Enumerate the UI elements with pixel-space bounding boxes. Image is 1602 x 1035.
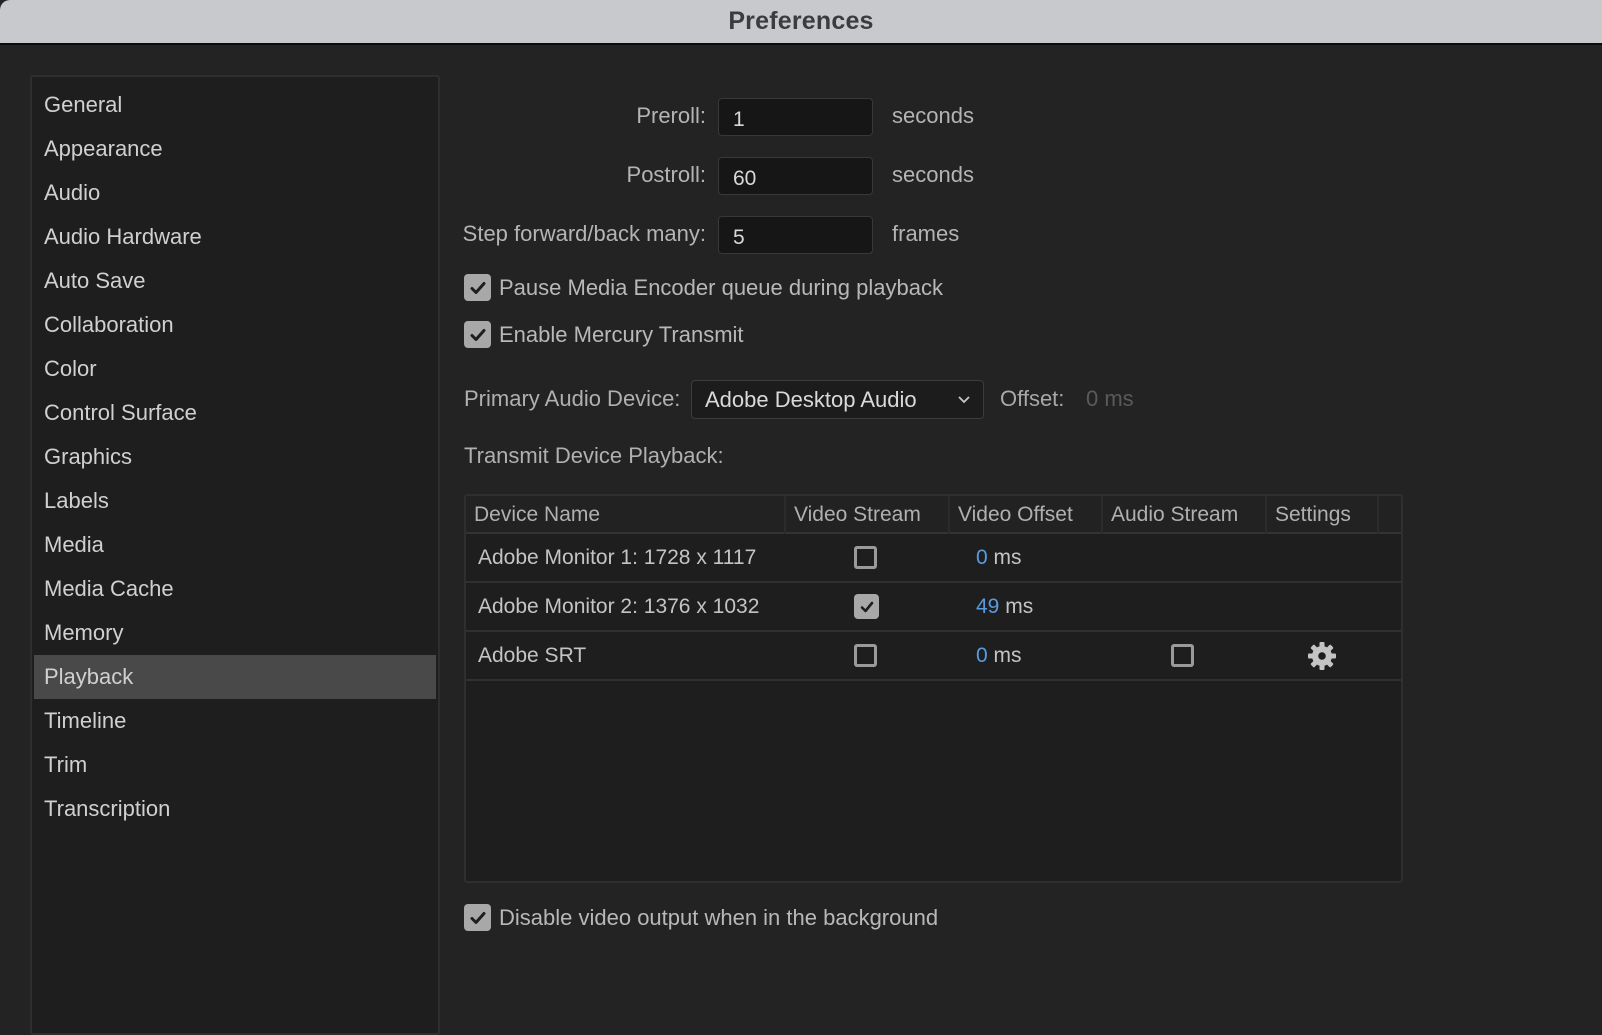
table-row[interactable]: Adobe Monitor 2: 1376 x 1032 49 ms [466,583,1401,632]
pause-encoder-option[interactable]: Pause Media Encoder queue during playbac… [464,274,943,301]
primary-audio-dropdown[interactable]: Adobe Desktop Audio [691,380,984,419]
transmit-device-table: Device Name Video Stream Video Offset Au… [464,494,1403,883]
checkmark-icon [470,281,485,294]
preroll-input[interactable] [718,98,873,136]
video-stream-cell [854,534,877,581]
video-offset-unit: ms [993,643,1022,667]
video-offset-unit: ms [1005,594,1034,618]
col-audio-stream[interactable]: Audio Stream [1103,496,1267,534]
col-video-offset[interactable]: Video Offset [950,496,1103,534]
mercury-transmit-label: Enable Mercury Transmit [499,321,744,347]
video-offset-cell: 0 ms [976,534,1022,581]
col-video-stream[interactable]: Video Stream [786,496,950,534]
col-device-name[interactable]: Device Name [466,496,786,534]
postroll-row: Postroll: seconds [0,157,1602,197]
checkmark-icon [470,328,485,341]
step-row: Step forward/back many: frames [0,216,1602,256]
sidebar-item-control-surface[interactable]: Control Surface [34,391,436,435]
video-offset-value[interactable]: 0 [976,546,988,570]
step-unit: frames [892,221,960,246]
video-stream-cell [854,583,879,630]
disable-background-option[interactable]: Disable video output when in the backgro… [464,904,938,931]
offset-value: 0 ms [1086,386,1134,411]
sidebar-item-playback[interactable]: Playback [34,655,436,699]
sidebar-item-color[interactable]: Color [34,347,436,391]
sidebar-item-transcription[interactable]: Transcription [34,787,436,831]
postroll-label: Postroll: [626,162,706,187]
video-stream-checkbox[interactable] [854,594,879,619]
device-name: Adobe SRT [478,643,587,667]
disable-background-label: Disable video output when in the backgro… [499,904,939,930]
video-stream-cell [854,632,877,679]
audio-stream-cell [1171,632,1194,679]
device-name: Adobe Monitor 1: 1728 x 1117 [478,545,757,569]
postroll-input[interactable] [718,157,873,195]
disable-background-checkbox[interactable] [464,904,491,931]
pause-encoder-label: Pause Media Encoder queue during playbac… [499,274,943,300]
table-row[interactable]: Adobe SRT 0 ms [466,632,1401,681]
checkmark-icon [860,601,873,612]
chevron-down-icon [958,396,970,404]
table-row[interactable]: Adobe Monitor 1: 1728 x 1117 0 ms [466,534,1401,583]
preroll-row: Preroll: seconds [0,98,1602,138]
sidebar-item-media[interactable]: Media [34,523,436,567]
transmit-device-label: Transmit Device Playback: [464,443,724,468]
video-stream-checkbox[interactable] [854,546,877,569]
mercury-transmit-checkbox[interactable] [464,321,491,348]
primary-audio-selected: Adobe Desktop Audio [705,386,917,412]
gear-icon[interactable] [1306,640,1338,672]
postroll-unit: seconds [892,162,974,187]
step-input[interactable] [718,216,873,254]
mercury-transmit-option[interactable]: Enable Mercury Transmit [464,321,744,348]
settings-cell [1306,632,1338,679]
offset-label: Offset: [1000,386,1065,411]
sidebar-item-auto-save[interactable]: Auto Save [34,259,436,303]
checkmark-icon [470,911,485,924]
sidebar-item-collaboration[interactable]: Collaboration [34,303,436,347]
sidebar-item-timeline[interactable]: Timeline [34,699,436,743]
sidebar-item-memory[interactable]: Memory [34,611,436,655]
preroll-label: Preroll: [636,103,706,128]
sidebar-item-labels[interactable]: Labels [34,479,436,523]
video-offset-cell: 49 ms [976,583,1033,630]
sidebar-item-graphics[interactable]: Graphics [34,435,436,479]
title-bar: Preferences [0,0,1602,45]
pause-encoder-checkbox[interactable] [464,274,491,301]
video-offset-unit: ms [993,545,1022,569]
video-offset-value[interactable]: 0 [976,644,988,668]
device-name: Adobe Monitor 2: 1376 x 1032 [478,594,760,618]
audio-stream-checkbox[interactable] [1171,644,1194,667]
sidebar-item-trim[interactable]: Trim [34,743,436,787]
sidebar-item-media-cache[interactable]: Media Cache [34,567,436,611]
primary-audio-label: Primary Audio Device: [464,386,681,411]
video-stream-checkbox[interactable] [854,644,877,667]
video-offset-cell: 0 ms [976,632,1022,679]
step-label: Step forward/back many: [462,221,706,246]
video-offset-value[interactable]: 49 [976,595,999,619]
table-header: Device Name Video Stream Video Offset Au… [466,496,1401,534]
window-title: Preferences [728,7,874,35]
col-settings[interactable]: Settings [1267,496,1379,534]
preroll-unit: seconds [892,103,974,128]
